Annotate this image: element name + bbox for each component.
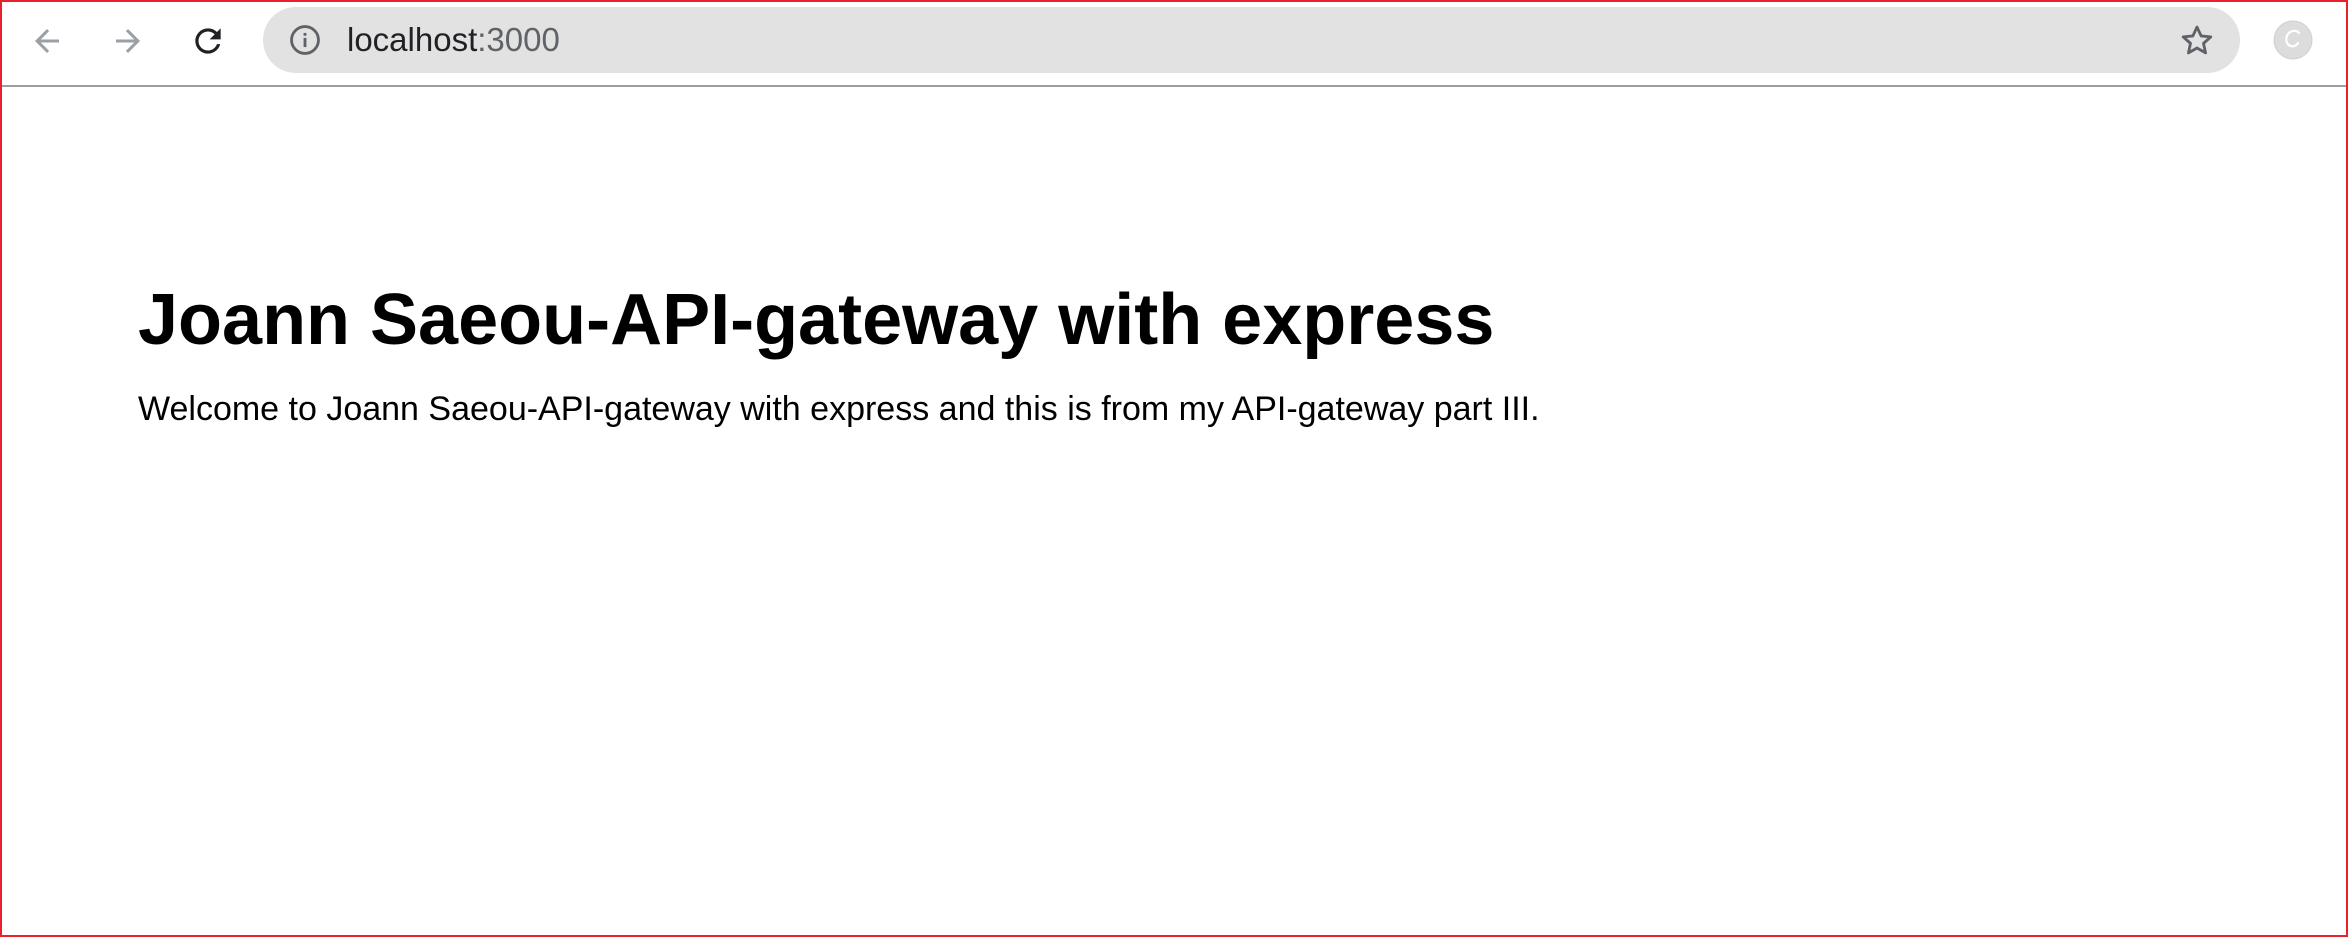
page-paragraph: Welcome to Joann Saeou-API-gateway with … (138, 390, 1540, 428)
address-bar[interactable]: localhost:3000 (263, 7, 2240, 73)
browser-toolbar: localhost:3000 (2, 2, 2346, 87)
star-icon[interactable] (2178, 22, 2216, 60)
reload-icon (195, 28, 221, 54)
page-content: Joann Saeou-API-gateway with express Wel… (138, 272, 2238, 432)
browser-window: localhost:3000 Joann Saeou-API-gateway w… (0, 0, 2348, 937)
url-text[interactable]: localhost:3000 (347, 7, 560, 73)
arrow-right-icon (116, 29, 140, 53)
info-icon[interactable] (288, 23, 322, 57)
back-button[interactable] (16, 10, 78, 72)
url-port: :3000 (477, 21, 560, 58)
page-heading: Joann Saeou-API-gateway with express (138, 280, 1495, 360)
arrow-left-icon (35, 29, 59, 53)
url-host: localhost (347, 21, 478, 58)
extension-icon[interactable] (2272, 19, 2314, 61)
forward-button[interactable] (97, 10, 159, 72)
reload-button[interactable] (177, 10, 239, 72)
